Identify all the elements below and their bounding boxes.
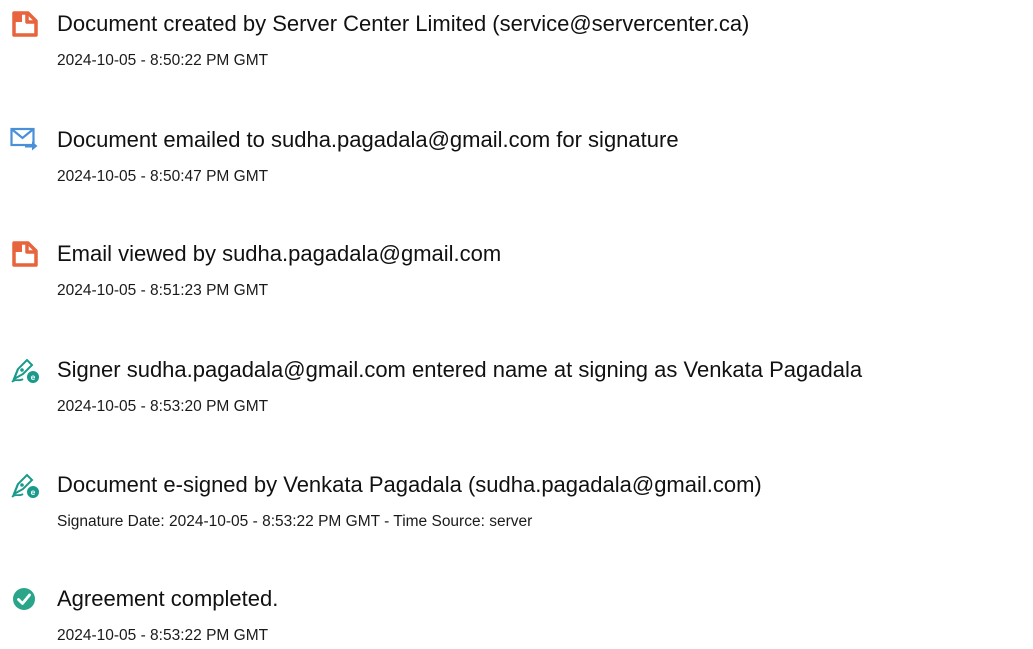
document-viewed-icon — [10, 239, 40, 269]
check-circle-icon — [10, 584, 40, 614]
event-title: Document created by Server Center Limite… — [57, 11, 750, 36]
event-title: Agreement completed. — [57, 586, 279, 611]
event-timestamp: 2024-10-05 - 8:50:47 PM GMT — [57, 168, 269, 185]
event-timestamp: Signature Date: 2024-10-05 - 8:53:22 PM … — [57, 513, 533, 530]
event-title: Signer sudha.pagadala@gmail.com entered … — [57, 357, 863, 382]
e-sign-pen-icon: e — [10, 470, 40, 500]
event-timestamp: 2024-10-05 - 8:51:23 PM GMT — [57, 282, 269, 299]
event-title: Document emailed to sudha.pagadala@gmail… — [57, 127, 679, 152]
svg-text:e: e — [31, 487, 36, 497]
event-timestamp: 2024-10-05 - 8:50:22 PM GMT — [57, 52, 269, 69]
event-title: Email viewed by sudha.pagadala@gmail.com — [57, 241, 502, 266]
event-timestamp: 2024-10-05 - 8:53:20 PM GMT — [57, 398, 269, 415]
email-sent-icon — [10, 125, 40, 155]
svg-text:e: e — [31, 372, 36, 382]
document-created-icon — [10, 9, 40, 39]
event-title: Document e-signed by Venkata Pagadala (s… — [57, 472, 762, 497]
event-timestamp: 2024-10-05 - 8:53:22 PM GMT — [57, 627, 269, 644]
e-sign-pen-icon: e — [10, 355, 40, 385]
